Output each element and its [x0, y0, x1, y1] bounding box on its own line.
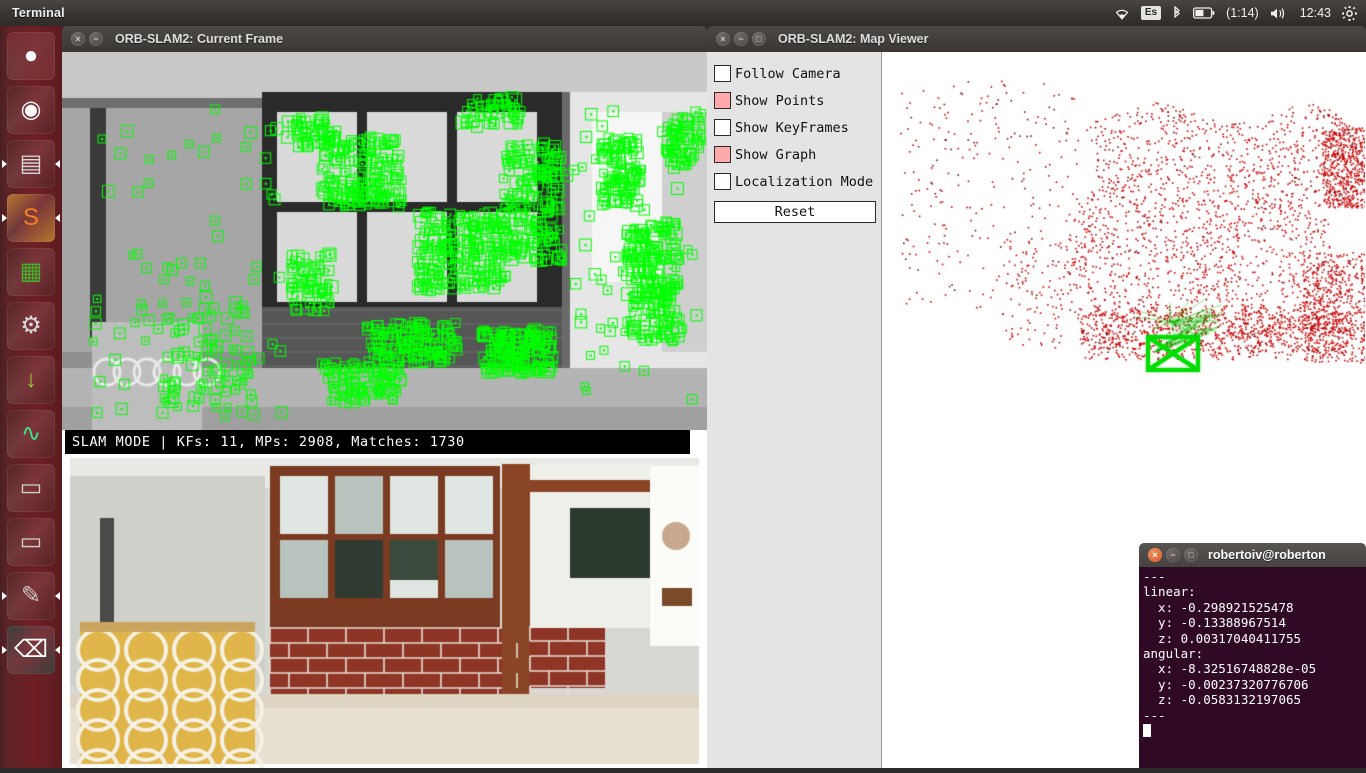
files-nautilus-icon[interactable]: ▤ — [2, 140, 60, 188]
checkbox-box[interactable] — [714, 146, 731, 163]
keyboard-layout-indicator[interactable]: Es — [1140, 6, 1162, 20]
icon-glyph: ✎ — [20, 582, 42, 609]
current-frame-titlebar[interactable]: × − ORB-SLAM2: Current Frame — [62, 26, 707, 52]
terminal-title: robertoiv@roberton — [1208, 548, 1326, 562]
unity-launcher: ● ◉ ▤ S ▦ ⚙ ↓ ∿ ▭ ▭ ✎ ⌫ — [0, 26, 62, 768]
system-settings-icon[interactable]: ⚙ — [7, 302, 55, 350]
checkbox-show-graph[interactable]: Show Graph — [714, 141, 875, 168]
icon-glyph: ▦ — [19, 258, 43, 285]
checkbox-show-keyframes[interactable]: Show KeyFrames — [714, 114, 875, 141]
active-app-title[interactable]: Terminal — [12, 6, 65, 20]
running-indicator — [2, 160, 7, 168]
icon-glyph: ▤ — [19, 150, 43, 177]
ubuntu-dash-icon[interactable]: ● — [7, 32, 55, 80]
icon-glyph: ◉ — [20, 96, 42, 123]
disk-drive-icon[interactable]: ▭ — [7, 464, 55, 512]
focus-indicator — [55, 160, 60, 168]
terminal-text: --- linear: x: -0.298921525478 y: -0.133… — [1143, 569, 1317, 723]
battery-time-label: (1:14) — [1226, 6, 1259, 20]
close-icon[interactable]: × — [71, 32, 85, 46]
terminal-titlebar[interactable]: × − □ robertoiv@roberton — [1139, 543, 1366, 567]
system-monitor-icon[interactable]: ∿ — [7, 410, 55, 458]
window-buttons: × − — [71, 32, 103, 46]
maximize-icon[interactable]: □ — [752, 32, 766, 46]
slam-status-bar: SLAM MODE | KFs: 11, MPs: 2908, Matches:… — [65, 430, 690, 454]
checkbox-box[interactable] — [714, 92, 731, 109]
minimize-icon[interactable]: − — [1166, 548, 1180, 562]
top-panel: Terminal Es (1:14) 12:43 — [0, 0, 1366, 26]
icon-glyph: ⌫ — [14, 636, 48, 663]
sublime-text-icon[interactable]: S — [2, 194, 60, 242]
battery-icon[interactable] — [1193, 7, 1215, 19]
icon-glyph: ● — [23, 42, 39, 69]
volume-icon[interactable] — [1270, 7, 1289, 20]
checkbox-box[interactable] — [714, 65, 731, 82]
maximize-icon[interactable]: □ — [1184, 548, 1198, 562]
map-viewer-controls: Follow Camera Show Points Show KeyFrames… — [707, 52, 882, 768]
google-chrome-icon[interactable]: ◉ — [7, 86, 55, 134]
running-indicator — [2, 592, 7, 600]
checkbox-label: Show Graph — [735, 146, 817, 163]
map-viewer-titlebar[interactable]: × − □ ORB-SLAM2: Map Viewer — [707, 26, 1366, 52]
clock[interactable]: 12:43 — [1300, 6, 1331, 20]
focus-indicator — [55, 214, 60, 222]
window-buttons: × − □ — [716, 32, 766, 46]
checkbox-follow-camera[interactable]: Follow Camera — [714, 60, 875, 87]
checkbox-label: Localization Mode — [735, 173, 874, 190]
current-frame-window: × − ORB-SLAM2: Current Frame SLAM MODE |… — [62, 26, 707, 768]
running-indicator — [2, 646, 7, 654]
ubuntu-software-icon[interactable]: ↓ — [7, 356, 55, 404]
icon-glyph: ↓ — [25, 366, 37, 393]
wifi-icon[interactable] — [1114, 7, 1130, 20]
terminal-cursor — [1143, 724, 1151, 738]
focus-indicator — [55, 592, 60, 600]
system-tray: Es (1:14) 12:43 — [1114, 5, 1366, 21]
disk-drive-2-icon[interactable]: ▭ — [7, 518, 55, 566]
text-editor-icon[interactable]: ✎ — [2, 572, 60, 620]
close-icon[interactable]: × — [1148, 548, 1162, 562]
checkbox-box[interactable] — [714, 119, 731, 136]
gear-icon[interactable] — [1342, 5, 1357, 21]
libreoffice-calc-icon[interactable]: ▦ — [7, 248, 55, 296]
checkbox-box[interactable] — [714, 173, 731, 190]
reset-button[interactable]: Reset — [714, 201, 876, 223]
checkbox-label: Show Points — [735, 92, 825, 109]
bluetooth-icon[interactable] — [1172, 5, 1182, 21]
terminal-windows-stack-icon[interactable]: ⌫ — [2, 626, 60, 674]
checkbox-localization-mode[interactable]: Localization Mode — [714, 168, 875, 195]
current-frame-body: SLAM MODE | KFs: 11, MPs: 2908, Matches:… — [62, 52, 707, 768]
icon-glyph: ⚙ — [20, 312, 42, 339]
terminal-output[interactable]: --- linear: x: -0.298921525478 y: -0.133… — [1139, 567, 1366, 768]
current-frame-title: ORB-SLAM2: Current Frame — [115, 32, 284, 46]
close-icon[interactable]: × — [716, 32, 730, 46]
icon-glyph: S — [22, 204, 39, 231]
icon-glyph: ▭ — [19, 528, 43, 555]
map-viewer-title: ORB-SLAM2: Map Viewer — [778, 32, 929, 46]
terminal-window: × − □ robertoiv@roberton --- linear: x: … — [1139, 543, 1366, 768]
window-buttons: × − □ — [1148, 548, 1198, 562]
minimize-icon[interactable]: − — [734, 32, 748, 46]
checkbox-label: Follow Camera — [735, 65, 841, 82]
icon-glyph: ▭ — [19, 474, 43, 501]
color-camera-view[interactable] — [62, 454, 707, 768]
orb-feature-view[interactable] — [62, 52, 707, 430]
icon-glyph: ∿ — [20, 420, 42, 447]
running-indicator — [2, 214, 7, 222]
checkbox-label: Show KeyFrames — [735, 119, 849, 136]
checkbox-show-points[interactable]: Show Points — [714, 87, 875, 114]
minimize-icon[interactable]: − — [89, 32, 103, 46]
focus-indicator — [55, 646, 60, 654]
